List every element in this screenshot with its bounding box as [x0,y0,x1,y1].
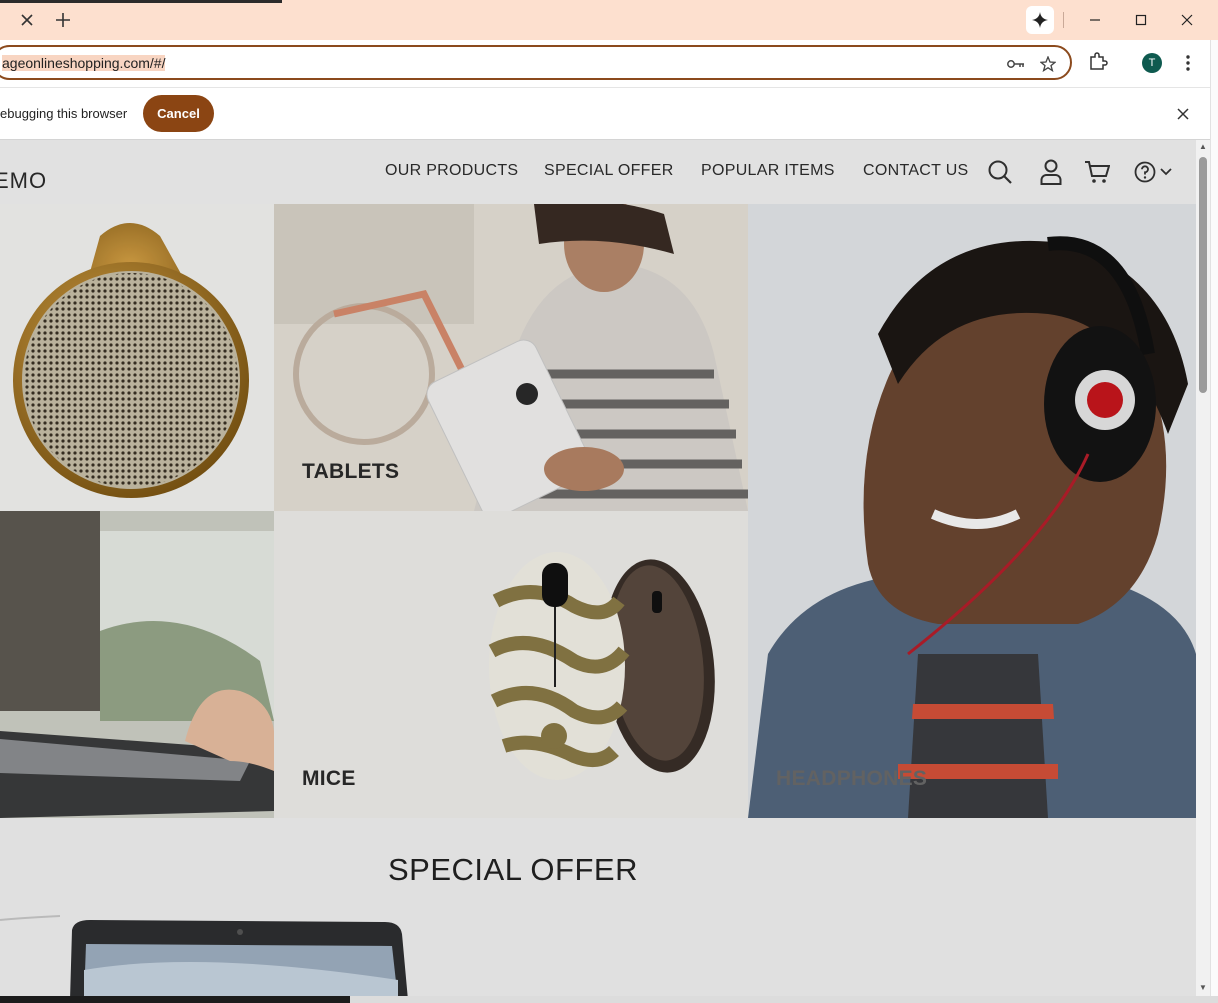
star-icon[interactable] [1038,54,1058,74]
tablets-label: TABLETS [302,460,400,483]
extensions-icon[interactable] [1088,52,1110,74]
user-icon[interactable] [1037,158,1065,186]
site-logo[interactable]: EMO [0,168,47,194]
nav-popular-items[interactable]: POPULAR ITEMS [701,162,835,180]
divider [1063,12,1064,28]
nav-special-offer[interactable]: SPECIAL OFFER [544,162,674,180]
page-scrollbar[interactable]: ▲ ▼ [1196,140,1210,996]
site-header: EMO OUR PRODUCTS SPECIAL OFFER POPULAR I… [0,140,1196,204]
infobar-message: ebugging this browser [0,106,128,121]
address-bar: ageonlineshopping.com/#/ T [0,40,1218,87]
headphones-label: HEADPHONES [776,767,928,790]
speaker-image [13,223,249,498]
gemini-icon[interactable] [1026,6,1054,34]
search-icon[interactable] [986,158,1014,186]
url-text: ageonlineshopping.com/#/ [2,55,166,71]
scroll-up-icon[interactable]: ▲ [1198,142,1208,152]
tab-bar [0,0,1218,40]
laptop-image [0,511,274,818]
active-tab[interactable] [0,0,282,3]
profile-avatar[interactable]: T [1142,53,1162,73]
chevron-down-icon [1160,168,1172,176]
maximize-icon[interactable] [1128,8,1154,32]
page-viewport: EMO OUR PRODUCTS SPECIAL OFFER POPULAR I… [0,140,1196,996]
debug-infobar: ebugging this browser Cancel [0,87,1218,140]
headphones-image [748,204,1196,818]
help-icon [1134,161,1156,183]
nav-our-products[interactable]: OUR PRODUCTS [385,162,518,180]
side-panel-edge [1210,40,1218,1003]
category-mice[interactable]: MICE [274,511,748,818]
nav-contact-us[interactable]: CONTACT US [863,162,969,180]
mice-label: MICE [302,767,356,790]
url-input[interactable]: ageonlineshopping.com/#/ [0,45,1072,80]
infobar-close-icon[interactable] [1172,103,1194,125]
scroll-down-icon[interactable]: ▼ [1198,983,1208,993]
new-tab-button[interactable] [50,6,76,34]
menu-icon[interactable] [1179,52,1197,74]
window-close-icon[interactable] [1174,8,1200,32]
help-menu[interactable] [1131,158,1175,186]
category-laptops[interactable] [0,511,274,818]
cart-icon[interactable] [1083,158,1111,186]
special-offer-laptop-image [0,910,420,996]
cancel-button[interactable]: Cancel [143,95,214,132]
category-headphones[interactable]: HEADPHONES [748,204,1196,818]
close-tab-icon[interactable] [14,8,40,32]
category-speakers[interactable] [0,204,274,511]
minimize-icon[interactable] [1082,8,1108,32]
taskbar-fragment [0,996,350,1003]
category-tablets[interactable]: TABLETS [274,204,748,511]
key-icon[interactable] [1006,54,1026,74]
scroll-thumb[interactable] [1199,157,1207,393]
special-offer-title: SPECIAL OFFER [388,852,638,887]
